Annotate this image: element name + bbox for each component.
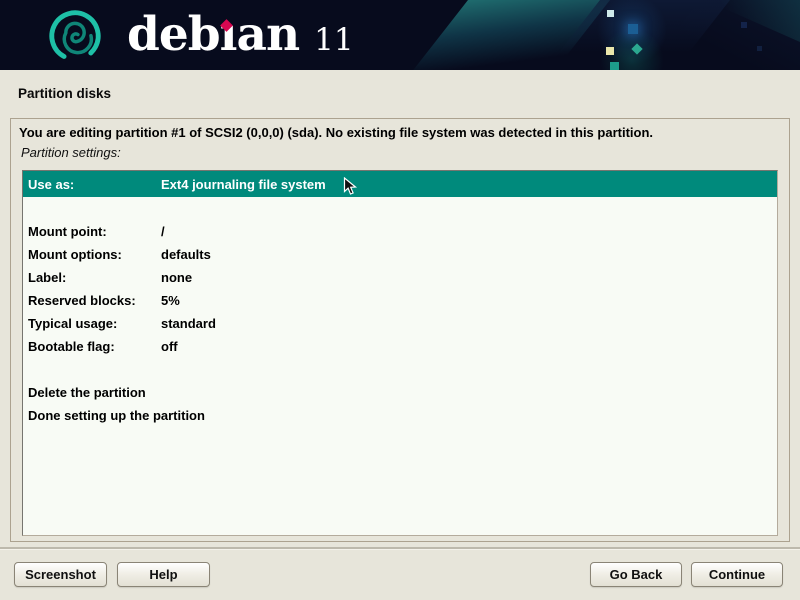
decor-square-teal — [610, 62, 619, 70]
settings-row[interactable]: Mount options:defaults — [23, 243, 777, 266]
decor-square-navy-2 — [757, 46, 762, 51]
debian-wordmark: debıan 11 — [127, 0, 354, 70]
row-label: Mount point: — [23, 224, 161, 239]
help-button[interactable]: Help — [117, 562, 210, 587]
settings-row[interactable]: Done setting up the partition — [23, 404, 777, 427]
decor-square-yellow — [606, 47, 614, 55]
row-value: off — [161, 339, 178, 354]
row-label: Use as: — [23, 177, 161, 192]
row-label: Label: — [23, 270, 161, 285]
debian-swirl-icon — [46, 7, 104, 65]
mouse-cursor — [343, 177, 360, 197]
row-label: Done setting up the partition — [23, 408, 161, 423]
settings-row[interactable]: Mount point:/ — [23, 220, 777, 243]
brand-version: 11 — [314, 22, 353, 58]
screenshot-button[interactable]: Screenshot — [14, 562, 107, 587]
row-label: Bootable flag: — [23, 339, 161, 354]
header-banner: debıan 11 — [0, 0, 800, 70]
partition-settings-label: Partition settings: — [21, 145, 121, 160]
title-bar: Partition disks — [0, 70, 800, 118]
row-value: / — [161, 224, 165, 239]
settings-row[interactable]: Delete the partition — [23, 381, 777, 404]
action-area-separator — [0, 547, 800, 550]
continue-button[interactable]: Continue — [691, 562, 783, 587]
row-label: Delete the partition — [23, 385, 161, 400]
brand-text-i: ı — [220, 7, 237, 62]
settings-row-blank — [23, 358, 777, 381]
row-label: Mount options: — [23, 247, 161, 262]
page-title: Partition disks — [18, 86, 111, 101]
row-value: standard — [161, 316, 216, 331]
go-back-button[interactable]: Go Back — [590, 562, 682, 587]
settings-row[interactable]: Label:none — [23, 266, 777, 289]
decor-square-cyan — [607, 10, 614, 17]
settings-row[interactable]: Use as:Ext4 journaling file system — [23, 171, 777, 197]
brand-text-post: an — [237, 7, 300, 62]
row-label: Typical usage: — [23, 316, 161, 331]
settings-listbox[interactable]: Use as:Ext4 journaling file system Mount … — [22, 170, 778, 536]
row-value: 5% — [161, 293, 180, 308]
installer-window: debıan 11 Partition disks You are editing… — [0, 0, 800, 600]
decor-square-blue — [628, 24, 638, 34]
brand-text-pre: deb — [127, 7, 220, 62]
decor-square-navy — [741, 22, 747, 28]
partition-info-text: You are editing partition #1 of SCSI2 (0… — [19, 125, 653, 140]
row-label: Reserved blocks: — [23, 293, 161, 308]
settings-row[interactable]: Reserved blocks:5% — [23, 289, 777, 312]
row-value: defaults — [161, 247, 211, 262]
row-value: Ext4 journaling file system — [161, 177, 326, 192]
settings-row-blank — [23, 197, 777, 220]
settings-row[interactable]: Typical usage:standard — [23, 312, 777, 335]
row-value: none — [161, 270, 192, 285]
settings-row[interactable]: Bootable flag:off — [23, 335, 777, 358]
